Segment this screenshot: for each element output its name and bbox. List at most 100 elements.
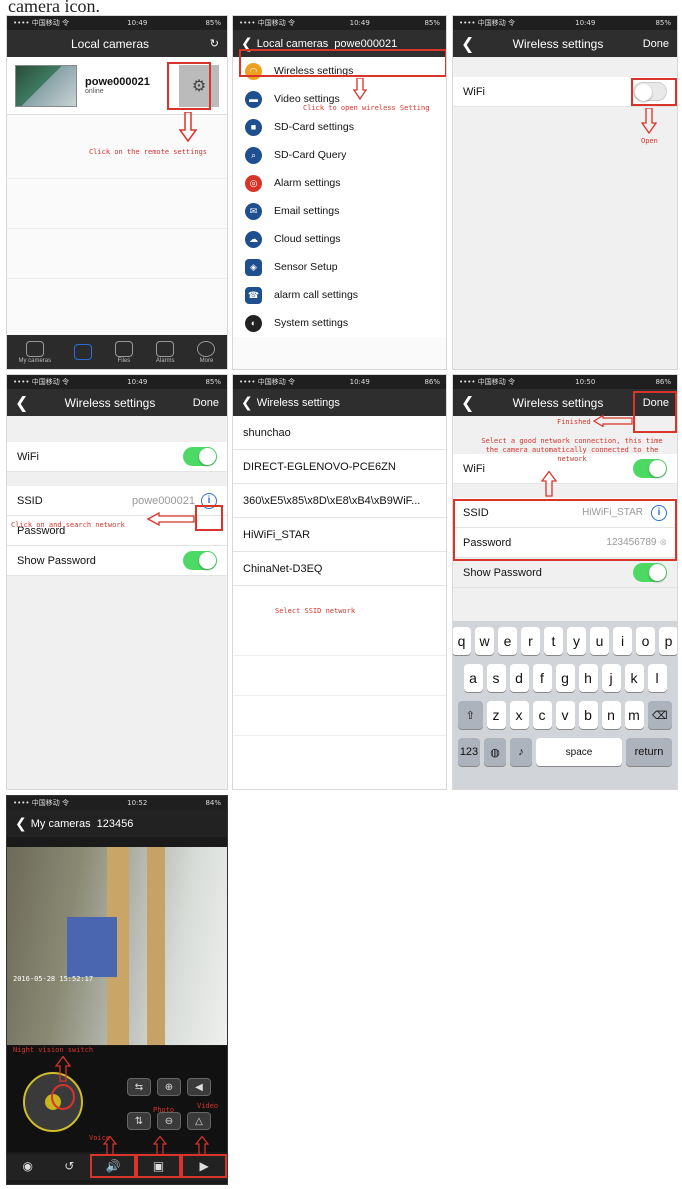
tab-search[interactable] [74,343,93,361]
key-i[interactable]: i [613,627,632,655]
menu-sensor-setup[interactable]: ◈ Sensor Setup [233,253,446,281]
shift-icon[interactable]: ⇧ [458,701,483,729]
network-item[interactable]: ChinaNet-D3EQ [233,552,446,586]
key-t[interactable]: t [544,627,563,655]
key-s[interactable]: s [486,664,506,692]
highlight-settings-box [167,62,211,110]
numbers-key[interactable]: 123 [458,738,480,766]
arrow-up-icon [153,1136,167,1156]
key-e[interactable]: e [498,627,517,655]
key-v[interactable]: v [555,701,575,729]
camera-snapshot-icon[interactable]: ▣ [135,1154,182,1178]
tab-files[interactable]: Files [114,340,133,364]
rotate-icon[interactable]: ↺ [49,1154,91,1178]
tab-bar: My cameras Files Alarms More [7,335,227,369]
video-timestamp: 2016-05-28 15:52:17 [13,975,94,983]
key-a[interactable]: a [463,664,483,692]
key-x[interactable]: x [509,701,529,729]
record-video-icon[interactable]: ▶ [181,1154,227,1178]
status-bar: •••• 中国移动 令 10:49 85% [7,16,227,30]
highlight-wireless-box [239,49,446,77]
key-r[interactable]: r [521,627,540,655]
tab-more[interactable]: More [197,340,216,364]
panel-settings-menu: •••• 中国移动 令 10:49 85% ❮ Local cameras po… [232,15,447,370]
key-b[interactable]: b [578,701,598,729]
annotation-finished: Finished [557,418,591,426]
status-bar: •••• 中国移动 令 10:49 85% [7,375,227,389]
key-j[interactable]: j [601,664,621,692]
zoom-in-icon[interactable]: ⊕ [157,1078,181,1096]
done-button[interactable]: Done [633,38,669,50]
key-d[interactable]: d [509,664,529,692]
show-password-toggle[interactable] [633,563,667,582]
back-label[interactable]: Local cameras [257,38,329,50]
network-item[interactable]: DIRECT-EGLENOVO-PCE6ZN [233,450,446,484]
wifi-toggle[interactable] [633,459,667,478]
time: 10:49 [127,19,148,27]
back-label[interactable]: My cameras [31,818,91,830]
return-key[interactable]: return [626,738,672,766]
key-g[interactable]: g [555,664,575,692]
flip-icon[interactable]: ⇆ [127,1078,151,1096]
ssid-value: powe000021 [131,494,195,507]
network-item[interactable]: shunchao [233,416,446,450]
key-c[interactable]: c [532,701,552,729]
network-item[interactable]: HiWiFi_STAR [233,518,446,552]
arrow-down-icon [179,112,197,142]
panel-wireless-off: •••• 中国移动 令 10:49 85% ❮ Wireless setting… [452,15,678,370]
wifi-label: WiFi [463,85,485,98]
show-password-toggle[interactable] [183,551,217,570]
zoom-out-icon[interactable]: ⊖ [157,1112,181,1130]
wifi-toggle[interactable] [183,447,217,466]
nav-bar: ❮ My cameras 123456 [7,810,227,837]
menu-sd-card-settings[interactable]: ■ SD-Card settings [233,113,446,141]
back-chevron-icon[interactable]: ❮ [15,393,37,413]
back-chevron-icon[interactable]: ❮ [461,393,483,413]
key-w[interactable]: w [475,627,494,655]
keyboard: q w e r t y u i o p a s d f g h j k l ⇧ … [453,621,677,789]
arrow-up-icon [103,1136,117,1156]
network-item[interactable]: 360\xE5\x85\x8D\xE8\xB4\xB9WiF... [233,484,446,518]
microphone-icon[interactable]: ♪ [510,738,532,766]
video-feed[interactable]: 2016-05-28 15:52:17 [7,847,227,1045]
key-z[interactable]: z [486,701,506,729]
page-title: Wireless settings [512,36,604,51]
menu-system-settings[interactable]: ◐ System settings [233,309,446,337]
done-button[interactable]: Done [183,397,219,409]
status-bar: •••• 中国移动 令 10:49 86% [233,375,446,389]
back-chevron-icon[interactable]: ❮ [461,34,483,54]
menu-alarm-call-settings[interactable]: ☎ alarm call settings [233,281,446,309]
key-f[interactable]: f [532,664,552,692]
menu-alarm-settings[interactable]: ◎ Alarm settings [233,169,446,197]
pause-icon[interactable]: ◉ [7,1154,49,1178]
key-y[interactable]: y [567,627,586,655]
more-icon [197,340,216,357]
key-h[interactable]: h [578,664,598,692]
back-label[interactable]: Wireless settings [257,397,340,409]
key-o[interactable]: o [636,627,655,655]
menu-cloud-settings[interactable]: ☁ Cloud settings [233,225,446,253]
key-k[interactable]: k [624,664,644,692]
key-q[interactable]: q [453,627,471,655]
key-p[interactable]: p [659,627,677,655]
space-key[interactable]: space [536,738,622,766]
key-m[interactable]: m [624,701,644,729]
refresh-icon[interactable]: ↻ [183,37,219,50]
tab-my-cameras[interactable]: My cameras [18,340,51,364]
globe-icon[interactable]: ◍ [484,738,506,766]
triangle-icon[interactable]: △ [187,1112,211,1130]
mail-icon: ✉ [245,202,262,220]
back-chevron-icon[interactable]: ❮ [15,815,27,832]
speaker-icon[interactable]: ◀ [187,1078,211,1096]
key-l[interactable]: l [647,664,667,692]
tab-alarms[interactable]: Alarms [156,340,175,364]
key-u[interactable]: u [590,627,609,655]
menu-email-settings[interactable]: ✉ Email settings [233,197,446,225]
voice-button[interactable]: 🔊 [90,1154,136,1178]
menu-sd-card-query[interactable]: ⌕ SD-Card Query [233,141,446,169]
back-chevron-icon[interactable]: ❮ [241,394,253,411]
search-icon [74,343,93,360]
backspace-icon[interactable]: ⌫ [647,701,672,729]
mirror-icon[interactable]: ⇅ [127,1112,151,1130]
key-n[interactable]: n [601,701,621,729]
